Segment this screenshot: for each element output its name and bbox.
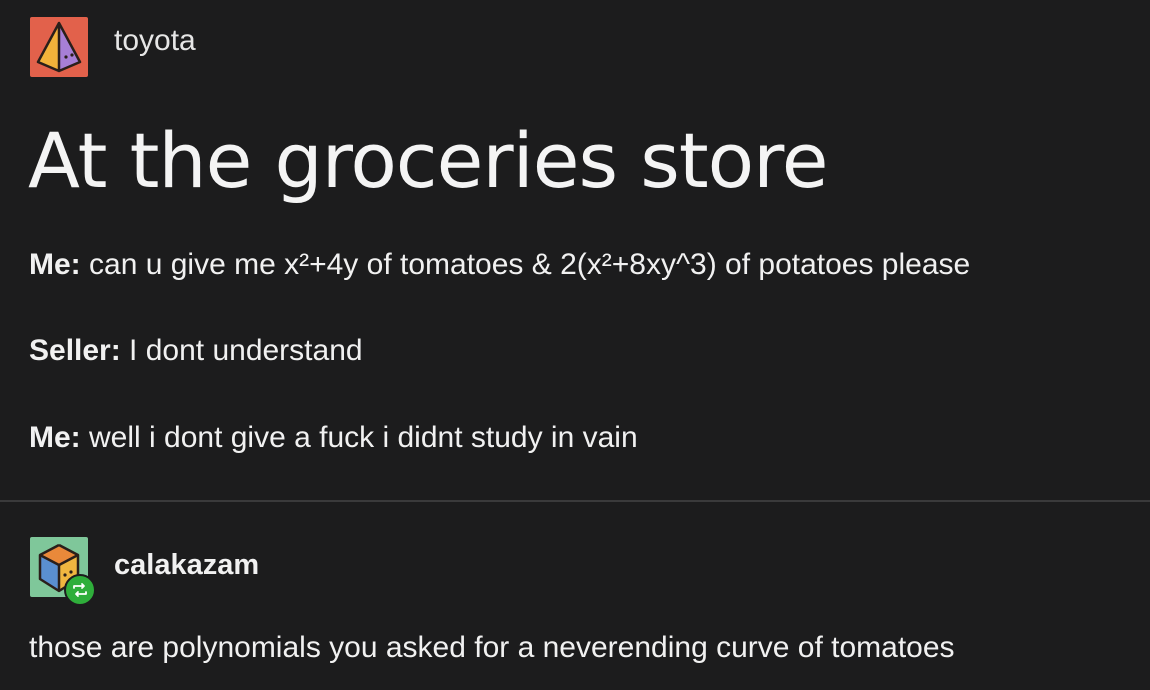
- post-header: toyota: [30, 17, 196, 77]
- post-line: Seller: I dont understand: [29, 333, 363, 369]
- avatar[interactable]: [30, 537, 96, 606]
- speaker-label: Me:: [29, 248, 81, 281]
- reblog-header: calakazam: [30, 537, 259, 606]
- reblog-text: those are polynomials you asked for a ne…: [29, 631, 955, 664]
- line-text: well i dont give a fuck i didnt study in…: [80, 421, 638, 454]
- original-post: toyota At the groceries store Me: can u …: [0, 0, 1150, 500]
- reblog-username[interactable]: calakazam: [114, 549, 259, 582]
- post-username[interactable]: toyota: [114, 24, 196, 58]
- post-divider: [0, 500, 1150, 502]
- post-line: Me: well i dont give a fuck i didnt stud…: [29, 420, 638, 456]
- reblog-icon: [73, 583, 87, 597]
- speaker-label: Seller:: [29, 334, 121, 367]
- line-text: I dont understand: [120, 334, 363, 367]
- avatar[interactable]: [30, 17, 88, 77]
- pyramid-icon: [30, 17, 88, 77]
- reblog-badge: [64, 574, 96, 606]
- post-title: At the groceries store: [28, 116, 828, 205]
- speaker-label: Me:: [29, 421, 81, 454]
- post-line: Me: can u give me x²+4y of tomatoes & 2(…: [29, 247, 970, 283]
- line-text: can u give me x²+4y of tomatoes & 2(x²+8…: [80, 248, 971, 281]
